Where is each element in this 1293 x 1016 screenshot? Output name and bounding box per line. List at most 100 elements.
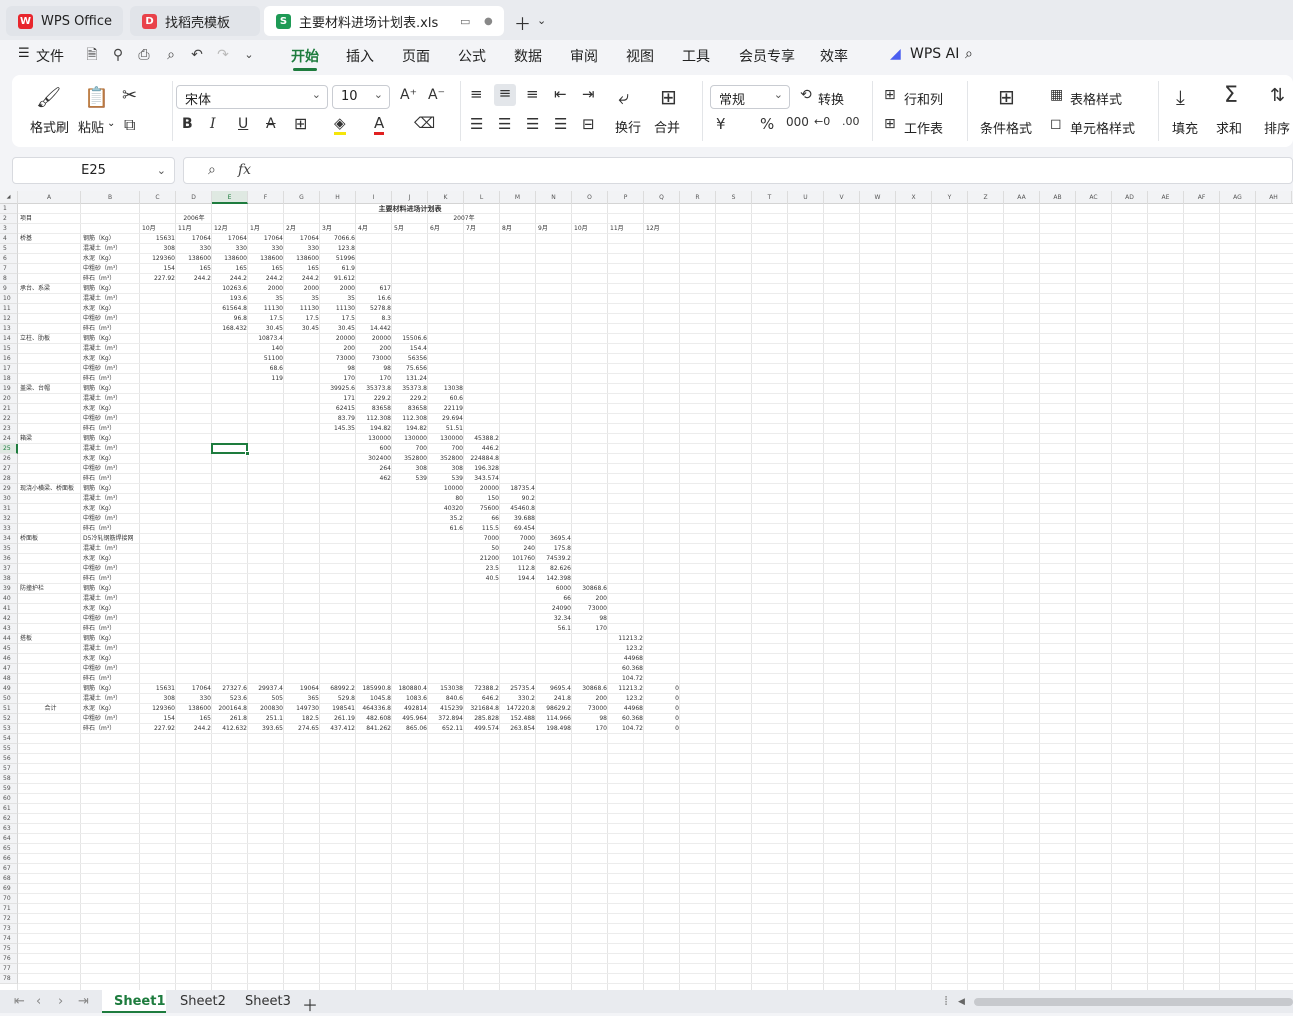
cell-o3[interactable]: 10月	[572, 224, 608, 234]
cell-b7[interactable]: 中粗砂（m³）	[81, 264, 140, 274]
cell-f16[interactable]: 51100	[248, 354, 284, 364]
cell-q53[interactable]: 0	[644, 724, 680, 734]
cell-p53[interactable]: 104.72	[608, 724, 644, 734]
cell-k27[interactable]: 308	[428, 464, 464, 474]
cell-h21[interactable]: 62415	[320, 404, 356, 414]
row-header-66[interactable]: 66	[0, 854, 18, 864]
row-header-38[interactable]: 38	[0, 574, 18, 584]
cell-p46[interactable]: 44968	[608, 654, 644, 664]
cell-q52[interactable]: 0	[644, 714, 680, 724]
zoom-icon[interactable]: ⌕	[208, 162, 216, 178]
sort-icon[interactable]: ⇅	[1270, 85, 1285, 106]
cell-f52[interactable]: 251.1	[248, 714, 284, 724]
cell-e11[interactable]: 61564.8	[212, 304, 248, 314]
cell-b9[interactable]: 钢筋（Kg）	[81, 284, 140, 294]
cell-n38[interactable]: 142.398	[536, 574, 572, 584]
cell-l33[interactable]: 115.5	[464, 524, 500, 534]
cell-b50[interactable]: 混凝土（m³）	[81, 694, 140, 704]
add-sheet-icon[interactable]: ＋	[302, 992, 318, 1016]
row-header-44[interactable]: 44	[0, 634, 18, 644]
currency-icon[interactable]: ¥	[716, 115, 726, 133]
cell-i12[interactable]: 8.3	[356, 314, 392, 324]
row-header-28[interactable]: 28	[0, 474, 18, 484]
row-header-57[interactable]: 57	[0, 764, 18, 774]
row-header-78[interactable]: 78	[0, 974, 18, 984]
cell-b43[interactable]: 碎石（m³）	[81, 624, 140, 634]
row-header-35[interactable]: 35	[0, 544, 18, 554]
cell-n50[interactable]: 241.8	[536, 694, 572, 704]
row-header-23[interactable]: 23	[0, 424, 18, 434]
underline-icon[interactable]: U	[238, 116, 248, 132]
sort-button[interactable]: 排序	[1264, 118, 1290, 137]
column-header-k[interactable]: K	[428, 191, 464, 204]
cell-b37[interactable]: 中粗砂（m³）	[81, 564, 140, 574]
cell-b13[interactable]: 碎石（m³）	[81, 324, 140, 334]
cell-b48[interactable]: 碎石（m³）	[81, 674, 140, 684]
column-header-ae[interactable]: AE	[1148, 191, 1184, 204]
cell-n3[interactable]: 9月	[536, 224, 572, 234]
cell-c6[interactable]: 129360	[140, 254, 176, 264]
tab-wps-office[interactable]: W WPS Office	[6, 6, 123, 36]
cell-b19[interactable]: 钢筋（Kg）	[81, 384, 140, 394]
align-top-icon[interactable]: ≡	[470, 85, 483, 103]
column-header-z[interactable]: Z	[968, 191, 1004, 204]
cell-j18[interactable]: 131.24	[392, 374, 428, 384]
cell-k19[interactable]: 13038	[428, 384, 464, 394]
cell-l37[interactable]: 23.5	[464, 564, 500, 574]
cell-f15[interactable]: 140	[248, 344, 284, 354]
cell-c49[interactable]: 15631	[140, 684, 176, 694]
cell-i20[interactable]: 229.2	[356, 394, 392, 404]
cell-i11[interactable]: 5278.8	[356, 304, 392, 314]
scroll-left-icon[interactable]: ◀	[958, 997, 965, 1007]
cell-m31[interactable]: 45460.8	[500, 504, 536, 514]
cell-j49[interactable]: 180880.4	[392, 684, 428, 694]
cell-p51[interactable]: 44968	[608, 704, 644, 714]
cell-l24[interactable]: 45388.2	[464, 434, 500, 444]
menu-tools[interactable]: 工具	[682, 46, 710, 66]
cell-b18[interactable]: 碎石（m³）	[81, 374, 140, 384]
cell-g3[interactable]: 2月	[284, 224, 320, 234]
cell-f5[interactable]: 330	[248, 244, 284, 254]
row-header-56[interactable]: 56	[0, 754, 18, 764]
column-header-t[interactable]: T	[752, 191, 788, 204]
cell-b42[interactable]: 中粗砂（m³）	[81, 614, 140, 624]
cell-f8[interactable]: 244.2	[248, 274, 284, 284]
increase-font-icon[interactable]: A⁺	[400, 87, 417, 103]
row-header-45[interactable]: 45	[0, 644, 18, 654]
cell-d51[interactable]: 138600	[176, 704, 212, 714]
align-bottom-icon[interactable]: ≡	[526, 85, 539, 103]
cell-n34[interactable]: 3695.4	[536, 534, 572, 544]
percent-icon[interactable]: %	[760, 115, 774, 133]
cell-f49[interactable]: 29937.4	[248, 684, 284, 694]
cell-j52[interactable]: 495.964	[392, 714, 428, 724]
cell-b16[interactable]: 水泥（Kg）	[81, 354, 140, 364]
cell-b23[interactable]: 碎石（m³）	[81, 424, 140, 434]
formula-input[interactable]: ⌕ fx	[183, 157, 1293, 184]
row-header-49[interactable]: 49	[0, 684, 18, 694]
menu-wps-ai[interactable]: WPS AI	[910, 46, 959, 62]
cell-l25[interactable]: 446.2	[464, 444, 500, 454]
row-header-46[interactable]: 46	[0, 654, 18, 664]
wrap-text-button[interactable]: 换行	[615, 117, 641, 136]
cell-k33[interactable]: 61.6	[428, 524, 464, 534]
cell-l34[interactable]: 7000	[464, 534, 500, 544]
cell-b38[interactable]: 碎石（m³）	[81, 574, 140, 584]
row-header-31[interactable]: 31	[0, 504, 18, 514]
row-header-40[interactable]: 40	[0, 594, 18, 604]
menu-member[interactable]: 会员专享	[739, 46, 795, 66]
cell-k3[interactable]: 6月	[428, 224, 464, 234]
cell-style-icon[interactable]: ◻	[1050, 116, 1062, 132]
cell-h23[interactable]: 145.35	[320, 424, 356, 434]
cell-f53[interactable]: 393.65	[248, 724, 284, 734]
row-header-29[interactable]: 29	[0, 484, 18, 494]
cell-b15[interactable]: 混凝土（m³）	[81, 344, 140, 354]
cell-h16[interactable]: 73000	[320, 354, 356, 364]
column-header-e[interactable]: E	[212, 191, 248, 204]
search-icon[interactable]: ⌕	[965, 46, 973, 62]
selected-cell-e25[interactable]	[211, 443, 248, 454]
cell-h50[interactable]: 529.8	[320, 694, 356, 704]
row-header-75[interactable]: 75	[0, 944, 18, 954]
menu-efficiency[interactable]: 效率	[820, 46, 848, 66]
cell-e9[interactable]: 10263.6	[212, 284, 248, 294]
cell-f4[interactable]: 17064	[248, 234, 284, 244]
